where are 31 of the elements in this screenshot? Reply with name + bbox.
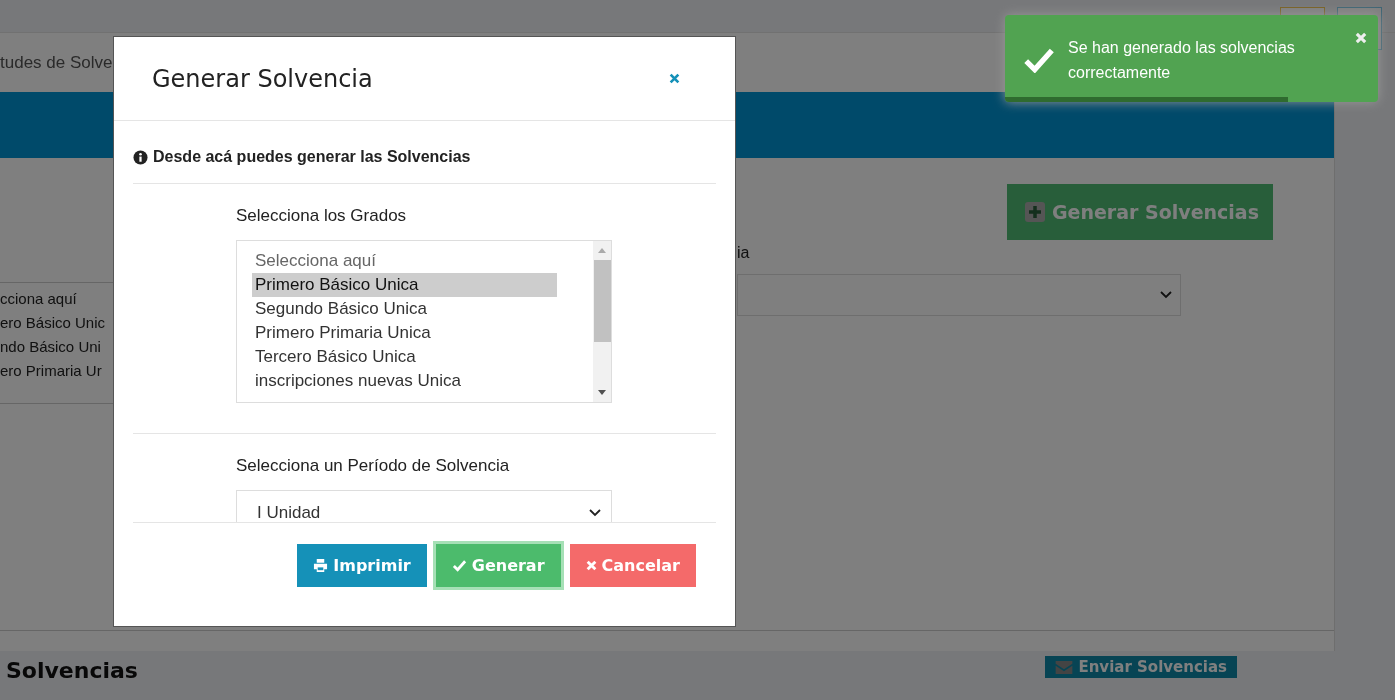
printer-icon (313, 558, 329, 573)
print-button[interactable]: Imprimir (297, 544, 427, 587)
grades-listbox[interactable]: Selecciona aquí Primero Básico Unica Segundo Básico Unica Primero Primaria Unica Tercero Básico Unica inscripciones nuevas Unica (236, 240, 612, 403)
list-option[interactable]: Primero Primaria Unica (252, 321, 557, 345)
cancel-button[interactable]: Cancelar (569, 544, 696, 587)
modal-title: Generar Solvencia (152, 64, 374, 93)
scrollbar[interactable] (593, 241, 611, 402)
check-icon (1023, 47, 1055, 73)
send-solvencias-button[interactable]: Enviar Solvencias (1045, 656, 1237, 678)
info-icon (133, 149, 148, 165)
chevron-down-icon (1160, 291, 1172, 299)
list-option[interactable]: Selecciona aquí (252, 249, 557, 273)
info-text: Desde acá puedes generar las Solvencias (153, 148, 471, 166)
field-label: ia (737, 244, 751, 262)
list-option[interactable]: Primero Básico Unica (252, 273, 557, 297)
close-icon (585, 560, 597, 571)
chevron-down-icon (589, 509, 601, 517)
section-title: Solvencias (6, 658, 138, 683)
generate-button[interactable]: Generar (435, 544, 561, 587)
period-select[interactable]: I Unidad (236, 490, 612, 522)
envelope-icon (1055, 660, 1074, 674)
field-label: Selecciona los Grados (236, 206, 408, 227)
breadcrumb: tudes de Solve (0, 52, 113, 73)
list-option[interactable]: Segundo Básico Unica (252, 297, 557, 321)
list-option[interactable]: Tercero Básico Unica (252, 345, 557, 369)
list-option[interactable]: inscripciones nuevas Unica (252, 369, 557, 393)
close-icon[interactable] (669, 73, 680, 84)
toast-message: Se han generado las solvencias correctamente (1068, 38, 1296, 83)
check-icon (451, 558, 467, 573)
field-label: Selecciona un Período de Solvencia (236, 456, 511, 477)
plus-icon (1024, 202, 1045, 222)
